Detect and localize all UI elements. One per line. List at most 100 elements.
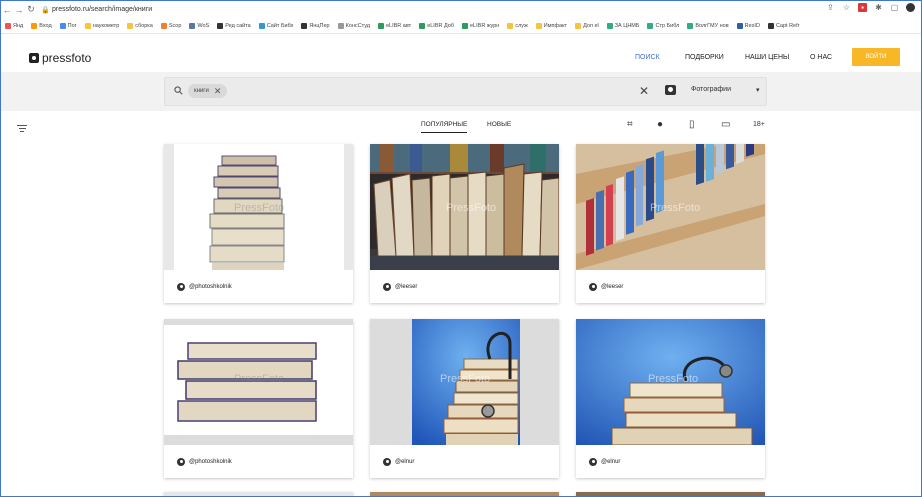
- bookmark-item[interactable]: ВолгГМУ нов: [687, 22, 729, 29]
- site-icon: [736, 22, 743, 29]
- elibrary-icon: [419, 22, 426, 29]
- image-card[interactable]: PressFoto @elnur: [576, 319, 765, 478]
- browser-toolbar: ← → ↻ 🔒 pressfoto.ru/search/image/книги …: [1, 1, 921, 18]
- site-header: pressfoto ПОИСК ПОДБОРКИ НАШИ ЦЕНЫ О НАС…: [1, 34, 921, 72]
- query-chip[interactable]: книги ✕: [188, 84, 228, 98]
- image-card[interactable]: PressFoto @elnur: [370, 319, 559, 478]
- bookmark-item[interactable]: WoS: [189, 22, 209, 29]
- window-icon[interactable]: ▢: [890, 3, 899, 12]
- author-link[interactable]: @elnur: [383, 458, 414, 466]
- media-type-select[interactable]: Фотографии: [691, 86, 731, 93]
- bookmark-item[interactable]: КонсСтуд: [337, 22, 370, 29]
- site-icon: [301, 22, 308, 29]
- mail-icon: [31, 22, 38, 29]
- back-icon[interactable]: ←: [1, 5, 13, 15]
- reload-icon[interactable]: ↻: [25, 4, 37, 15]
- image-card[interactable]: PressFoto @photoshkolnik: [164, 144, 353, 303]
- folder-icon: [535, 22, 542, 29]
- profile-avatar[interactable]: [906, 3, 915, 12]
- bookmark-item[interactable]: Ред сайта: [217, 22, 251, 29]
- remove-chip-icon[interactable]: ✕: [214, 84, 222, 98]
- nav-collections[interactable]: ПОДБОРКИ: [685, 54, 724, 61]
- site-logo[interactable]: pressfoto: [29, 51, 91, 65]
- camera-search-icon[interactable]: [665, 85, 676, 95]
- lock-icon[interactable]: 🔒: [41, 6, 50, 14]
- bookmark-item[interactable]: Сайт Бибх: [258, 22, 293, 29]
- bookmark-item[interactable]: Импфакт: [535, 22, 567, 29]
- image-thumbnail[interactable]: [576, 492, 765, 496]
- search-input[interactable]: книги ✕ ✕ Фотографии ▾: [164, 77, 767, 106]
- bookmark-item[interactable]: наукометр: [84, 22, 119, 29]
- image-thumbnail[interactable]: PressFoto: [576, 319, 765, 445]
- clear-search-icon[interactable]: ✕: [639, 84, 649, 98]
- image-card[interactable]: PressFoto @photoshkolnik: [164, 319, 353, 478]
- bookmark-item[interactable]: Capt Refr: [767, 22, 799, 29]
- author-link[interactable]: @photoshkolnik: [177, 283, 232, 291]
- bookmark-item[interactable]: Вход: [31, 22, 52, 29]
- user-icon: [383, 458, 391, 466]
- author-link[interactable]: @leeser: [383, 283, 417, 291]
- image-thumbnail[interactable]: PressFoto: [370, 319, 559, 445]
- bookmark-item[interactable]: Доп el: [575, 22, 599, 29]
- bookmark-item[interactable]: eLIBR авт: [377, 22, 411, 29]
- bookmark-item[interactable]: Пог: [59, 22, 77, 29]
- image-card[interactable]: [576, 492, 765, 496]
- user-icon: [177, 458, 185, 466]
- watermark: PressFoto: [650, 202, 701, 214]
- forward-icon[interactable]: →: [13, 5, 25, 15]
- nav-search[interactable]: ПОИСК: [635, 54, 660, 61]
- share-icon[interactable]: ⇪: [826, 3, 835, 12]
- address-bar[interactable]: pressfoto.ru/search/image/книги: [52, 6, 152, 13]
- watermark: PressFoto: [234, 202, 285, 214]
- age-filter[interactable]: 18+: [753, 121, 765, 128]
- image-card[interactable]: [370, 492, 559, 496]
- login-button[interactable]: ВОЙТИ: [852, 48, 900, 66]
- author-link[interactable]: @photoshkolnik: [177, 458, 232, 466]
- bookmark-item[interactable]: сборка: [127, 22, 153, 29]
- star-icon[interactable]: ☆: [842, 3, 851, 12]
- bookmark-item[interactable]: eLIBR журн: [462, 22, 499, 29]
- site-icon: [606, 22, 613, 29]
- extension-icon[interactable]: ▪: [858, 3, 867, 12]
- image-thumbnail[interactable]: PressFoto: [164, 319, 353, 445]
- folder-icon: [575, 22, 582, 29]
- bookmark-item[interactable]: Scop: [160, 22, 181, 29]
- bookmark-icon: [5, 22, 11, 29]
- filter-icon[interactable]: [17, 123, 27, 134]
- portrait-orientation-icon[interactable]: ▯: [689, 119, 695, 130]
- site-icon: [647, 22, 654, 29]
- bookmark-item[interactable]: Янд: [5, 22, 23, 29]
- caret-down-icon[interactable]: ▾: [756, 86, 760, 94]
- bookmark-item[interactable]: ResID: [736, 22, 760, 29]
- image-thumbnail[interactable]: [164, 492, 353, 496]
- author-link[interactable]: @elnur: [589, 458, 620, 466]
- nav-prices[interactable]: НАШИ ЦЕНЫ: [745, 54, 789, 61]
- palette-icon[interactable]: ●: [657, 119, 663, 130]
- bookmark-item[interactable]: Стр Библ: [647, 22, 679, 29]
- tab-new[interactable]: НОВЫЕ: [487, 121, 511, 128]
- bookmark-item[interactable]: служ: [507, 22, 528, 29]
- nav-about[interactable]: О НАС: [810, 54, 832, 61]
- landscape-orientation-icon[interactable]: ▭: [721, 119, 730, 130]
- bookmark-item[interactable]: ЗА ЦНМБ: [606, 22, 639, 29]
- image-thumbnail[interactable]: [370, 492, 559, 496]
- puzzle-icon[interactable]: ✱: [874, 3, 883, 12]
- bookmark-item[interactable]: eLIBR Доб: [419, 22, 454, 29]
- crop-icon[interactable]: ⌗: [627, 119, 633, 130]
- image-card[interactable]: PressFoto @leeser: [370, 144, 559, 303]
- author-link[interactable]: @leeser: [589, 283, 623, 291]
- image-card[interactable]: PressFoto @leeser: [576, 144, 765, 303]
- elibrary-icon: [462, 22, 468, 29]
- image-thumbnail[interactable]: PressFoto: [576, 144, 765, 270]
- bookmark-item[interactable]: ЯнцПер: [301, 22, 330, 29]
- site-icon: [687, 22, 694, 29]
- image-thumbnail[interactable]: PressFoto: [164, 144, 353, 270]
- wos-icon: [189, 22, 196, 29]
- image-card[interactable]: [164, 492, 353, 496]
- site-icon: [767, 22, 774, 29]
- tab-popular[interactable]: ПОПУЛЯРНЫЕ: [421, 121, 468, 133]
- image-thumbnail[interactable]: PressFoto: [370, 144, 559, 270]
- search-band: книги ✕ ✕ Фотографии ▾: [1, 72, 921, 111]
- watermark: PressFoto: [440, 373, 491, 385]
- camera-logo-icon: [29, 53, 39, 63]
